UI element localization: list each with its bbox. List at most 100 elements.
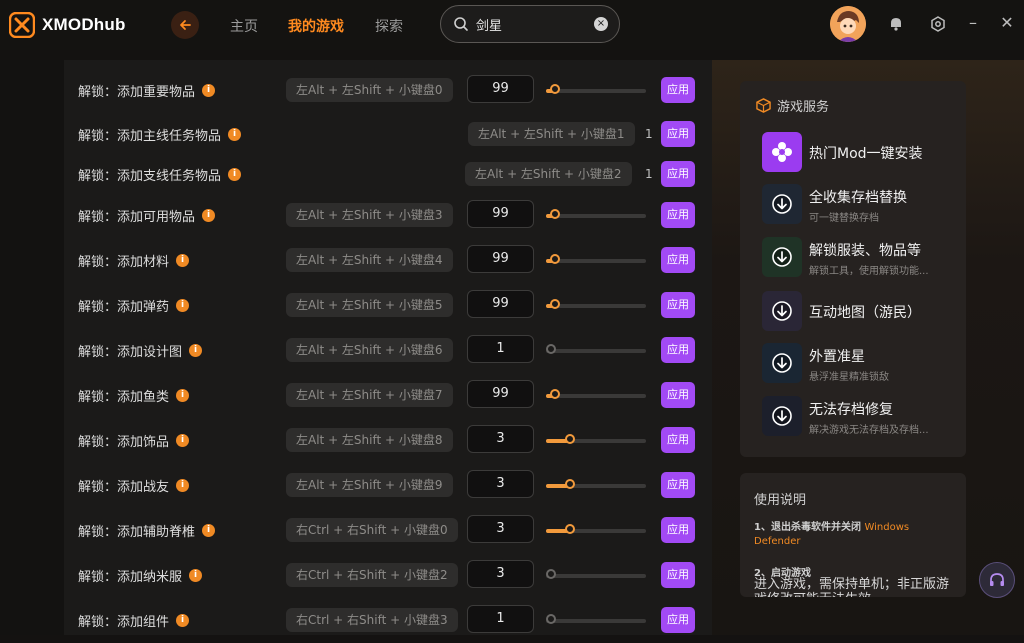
- quantity-input[interactable]: 3: [467, 515, 534, 543]
- info-icon[interactable]: i: [176, 614, 190, 627]
- slider-handle[interactable]: [546, 569, 556, 579]
- slider-handle[interactable]: [565, 479, 575, 489]
- nav-home[interactable]: 主页: [230, 16, 258, 36]
- service-item[interactable]: 互动地图（游民）: [762, 291, 962, 333]
- hotkey-badge[interactable]: 左Alt + 左Shift + 小键盘9: [286, 473, 453, 497]
- service-item[interactable]: 外置准星 悬浮准星精准锁敌: [762, 343, 962, 385]
- hotkey-badge[interactable]: 右Ctrl + 右Shift + 小键盘3: [286, 608, 458, 632]
- quantity-slider[interactable]: [546, 209, 646, 219]
- apply-button[interactable]: 应用: [661, 382, 695, 408]
- quantity-input[interactable]: 3: [467, 560, 534, 588]
- nav-my-games[interactable]: 我的游戏: [288, 16, 344, 36]
- quantity-slider[interactable]: [546, 434, 646, 444]
- service-description: 可一键替换存档: [809, 213, 879, 224]
- slider-handle[interactable]: [550, 209, 560, 219]
- quantity-input[interactable]: 1: [467, 335, 534, 363]
- cheat-label: 解锁：添加重要物品 i: [78, 81, 216, 100]
- support-button[interactable]: [979, 562, 1015, 598]
- settings-icon[interactable]: [928, 14, 948, 34]
- slider-handle[interactable]: [565, 524, 575, 534]
- hotkey-badge[interactable]: 右Ctrl + 右Shift + 小键盘0: [286, 518, 458, 542]
- slider-handle[interactable]: [550, 254, 560, 264]
- info-icon[interactable]: i: [189, 569, 203, 582]
- quantity-input[interactable]: 3: [467, 470, 534, 498]
- info-icon[interactable]: i: [202, 524, 216, 537]
- apply-button[interactable]: 应用: [661, 427, 695, 453]
- slider-handle[interactable]: [550, 299, 560, 309]
- info-icon[interactable]: i: [189, 344, 203, 357]
- apply-button[interactable]: 应用: [661, 121, 695, 147]
- service-item[interactable]: 热门Mod一键安装: [762, 132, 962, 174]
- app-logo[interactable]: XMODhub: [9, 12, 126, 38]
- cheat-list[interactable]: 解锁：添加重要物品 i 左Alt + 左Shift + 小键盘0 99 应用 解锁：添加主…: [64, 60, 712, 635]
- info-icon[interactable]: i: [176, 299, 190, 312]
- apply-button[interactable]: 应用: [661, 161, 695, 187]
- hotkey-badge[interactable]: 左Alt + 左Shift + 小键盘5: [286, 293, 453, 317]
- quantity-slider[interactable]: [546, 254, 646, 264]
- hotkey-badge[interactable]: 左Alt + 左Shift + 小键盘0: [286, 78, 453, 102]
- apply-button[interactable]: 应用: [661, 202, 695, 228]
- quantity-input[interactable]: 99: [467, 75, 534, 103]
- hotkey-badge[interactable]: 左Alt + 左Shift + 小键盘2: [465, 162, 632, 186]
- hotkey-badge[interactable]: 右Ctrl + 右Shift + 小键盘2: [286, 563, 458, 587]
- quantity-input[interactable]: 99: [467, 380, 534, 408]
- info-icon[interactable]: i: [176, 434, 190, 447]
- quantity-slider[interactable]: [546, 344, 646, 354]
- info-icon[interactable]: i: [176, 389, 190, 402]
- search-input[interactable]: [476, 14, 591, 34]
- quantity-value: 1: [645, 167, 653, 181]
- apply-button[interactable]: 应用: [661, 337, 695, 363]
- apply-button[interactable]: 应用: [661, 517, 695, 543]
- back-button[interactable]: [171, 11, 199, 39]
- user-avatar[interactable]: [830, 6, 866, 42]
- apply-button[interactable]: 应用: [661, 472, 695, 498]
- quantity-slider[interactable]: [546, 524, 646, 534]
- quantity-input[interactable]: 3: [467, 425, 534, 453]
- nav-explore[interactable]: 探索: [375, 16, 403, 36]
- quantity-input[interactable]: 1: [467, 605, 534, 633]
- slider-handle[interactable]: [565, 434, 575, 444]
- quantity-input[interactable]: 99: [467, 245, 534, 273]
- quantity-slider[interactable]: [546, 84, 646, 94]
- slider-handle[interactable]: [546, 344, 556, 354]
- hotkey-badge[interactable]: 左Alt + 左Shift + 小键盘1: [468, 122, 635, 146]
- hotkey-badge[interactable]: 左Alt + 左Shift + 小键盘3: [286, 203, 453, 227]
- info-icon[interactable]: i: [176, 479, 190, 492]
- apply-button[interactable]: 应用: [661, 247, 695, 273]
- info-icon[interactable]: i: [202, 209, 216, 222]
- apply-button[interactable]: 应用: [661, 292, 695, 318]
- slider-handle[interactable]: [550, 389, 560, 399]
- apply-button[interactable]: 应用: [661, 562, 695, 588]
- info-icon[interactable]: i: [202, 84, 216, 97]
- quantity-slider[interactable]: [546, 479, 646, 489]
- apply-button[interactable]: 应用: [661, 607, 695, 633]
- hotkey-badge[interactable]: 左Alt + 左Shift + 小键盘6: [286, 338, 453, 362]
- info-icon[interactable]: i: [228, 128, 242, 141]
- quantity-slider[interactable]: [546, 614, 646, 624]
- minimize-button[interactable]: –: [962, 12, 984, 34]
- service-description: 悬浮准星精准锁敌: [809, 372, 889, 383]
- quantity-slider[interactable]: [546, 299, 646, 309]
- service-item[interactable]: 解锁服装、物品等 解锁工具，使用解锁功能...: [762, 237, 962, 279]
- quantity-input[interactable]: 99: [467, 290, 534, 318]
- apply-button[interactable]: 应用: [661, 77, 695, 103]
- clear-search-button[interactable]: ×: [594, 17, 608, 31]
- slider-handle[interactable]: [546, 614, 556, 624]
- quantity-slider[interactable]: [546, 569, 646, 579]
- download-icon: [762, 237, 802, 277]
- service-item[interactable]: 全收集存档替换可一键替换存档: [762, 184, 962, 226]
- service-item[interactable]: 无法存档修复 解决游戏无法存档及存档...: [762, 396, 962, 438]
- notification-icon[interactable]: [886, 14, 906, 34]
- service-name: 全收集存档替换: [809, 190, 907, 206]
- info-icon[interactable]: i: [176, 254, 190, 267]
- search-box[interactable]: ×: [440, 5, 620, 43]
- hotkey-badge[interactable]: 左Alt + 左Shift + 小键盘8: [286, 428, 453, 452]
- slider-handle[interactable]: [550, 84, 560, 94]
- info-icon[interactable]: i: [228, 168, 242, 181]
- hotkey-badge[interactable]: 左Alt + 左Shift + 小键盘4: [286, 248, 453, 272]
- hotkey-badge[interactable]: 左Alt + 左Shift + 小键盘7: [286, 383, 453, 407]
- quantity-input[interactable]: 99: [467, 200, 534, 228]
- close-button[interactable]: ✕: [996, 12, 1018, 34]
- cheat-label-text: 解锁：添加辅助脊椎: [78, 525, 196, 540]
- quantity-slider[interactable]: [546, 389, 646, 399]
